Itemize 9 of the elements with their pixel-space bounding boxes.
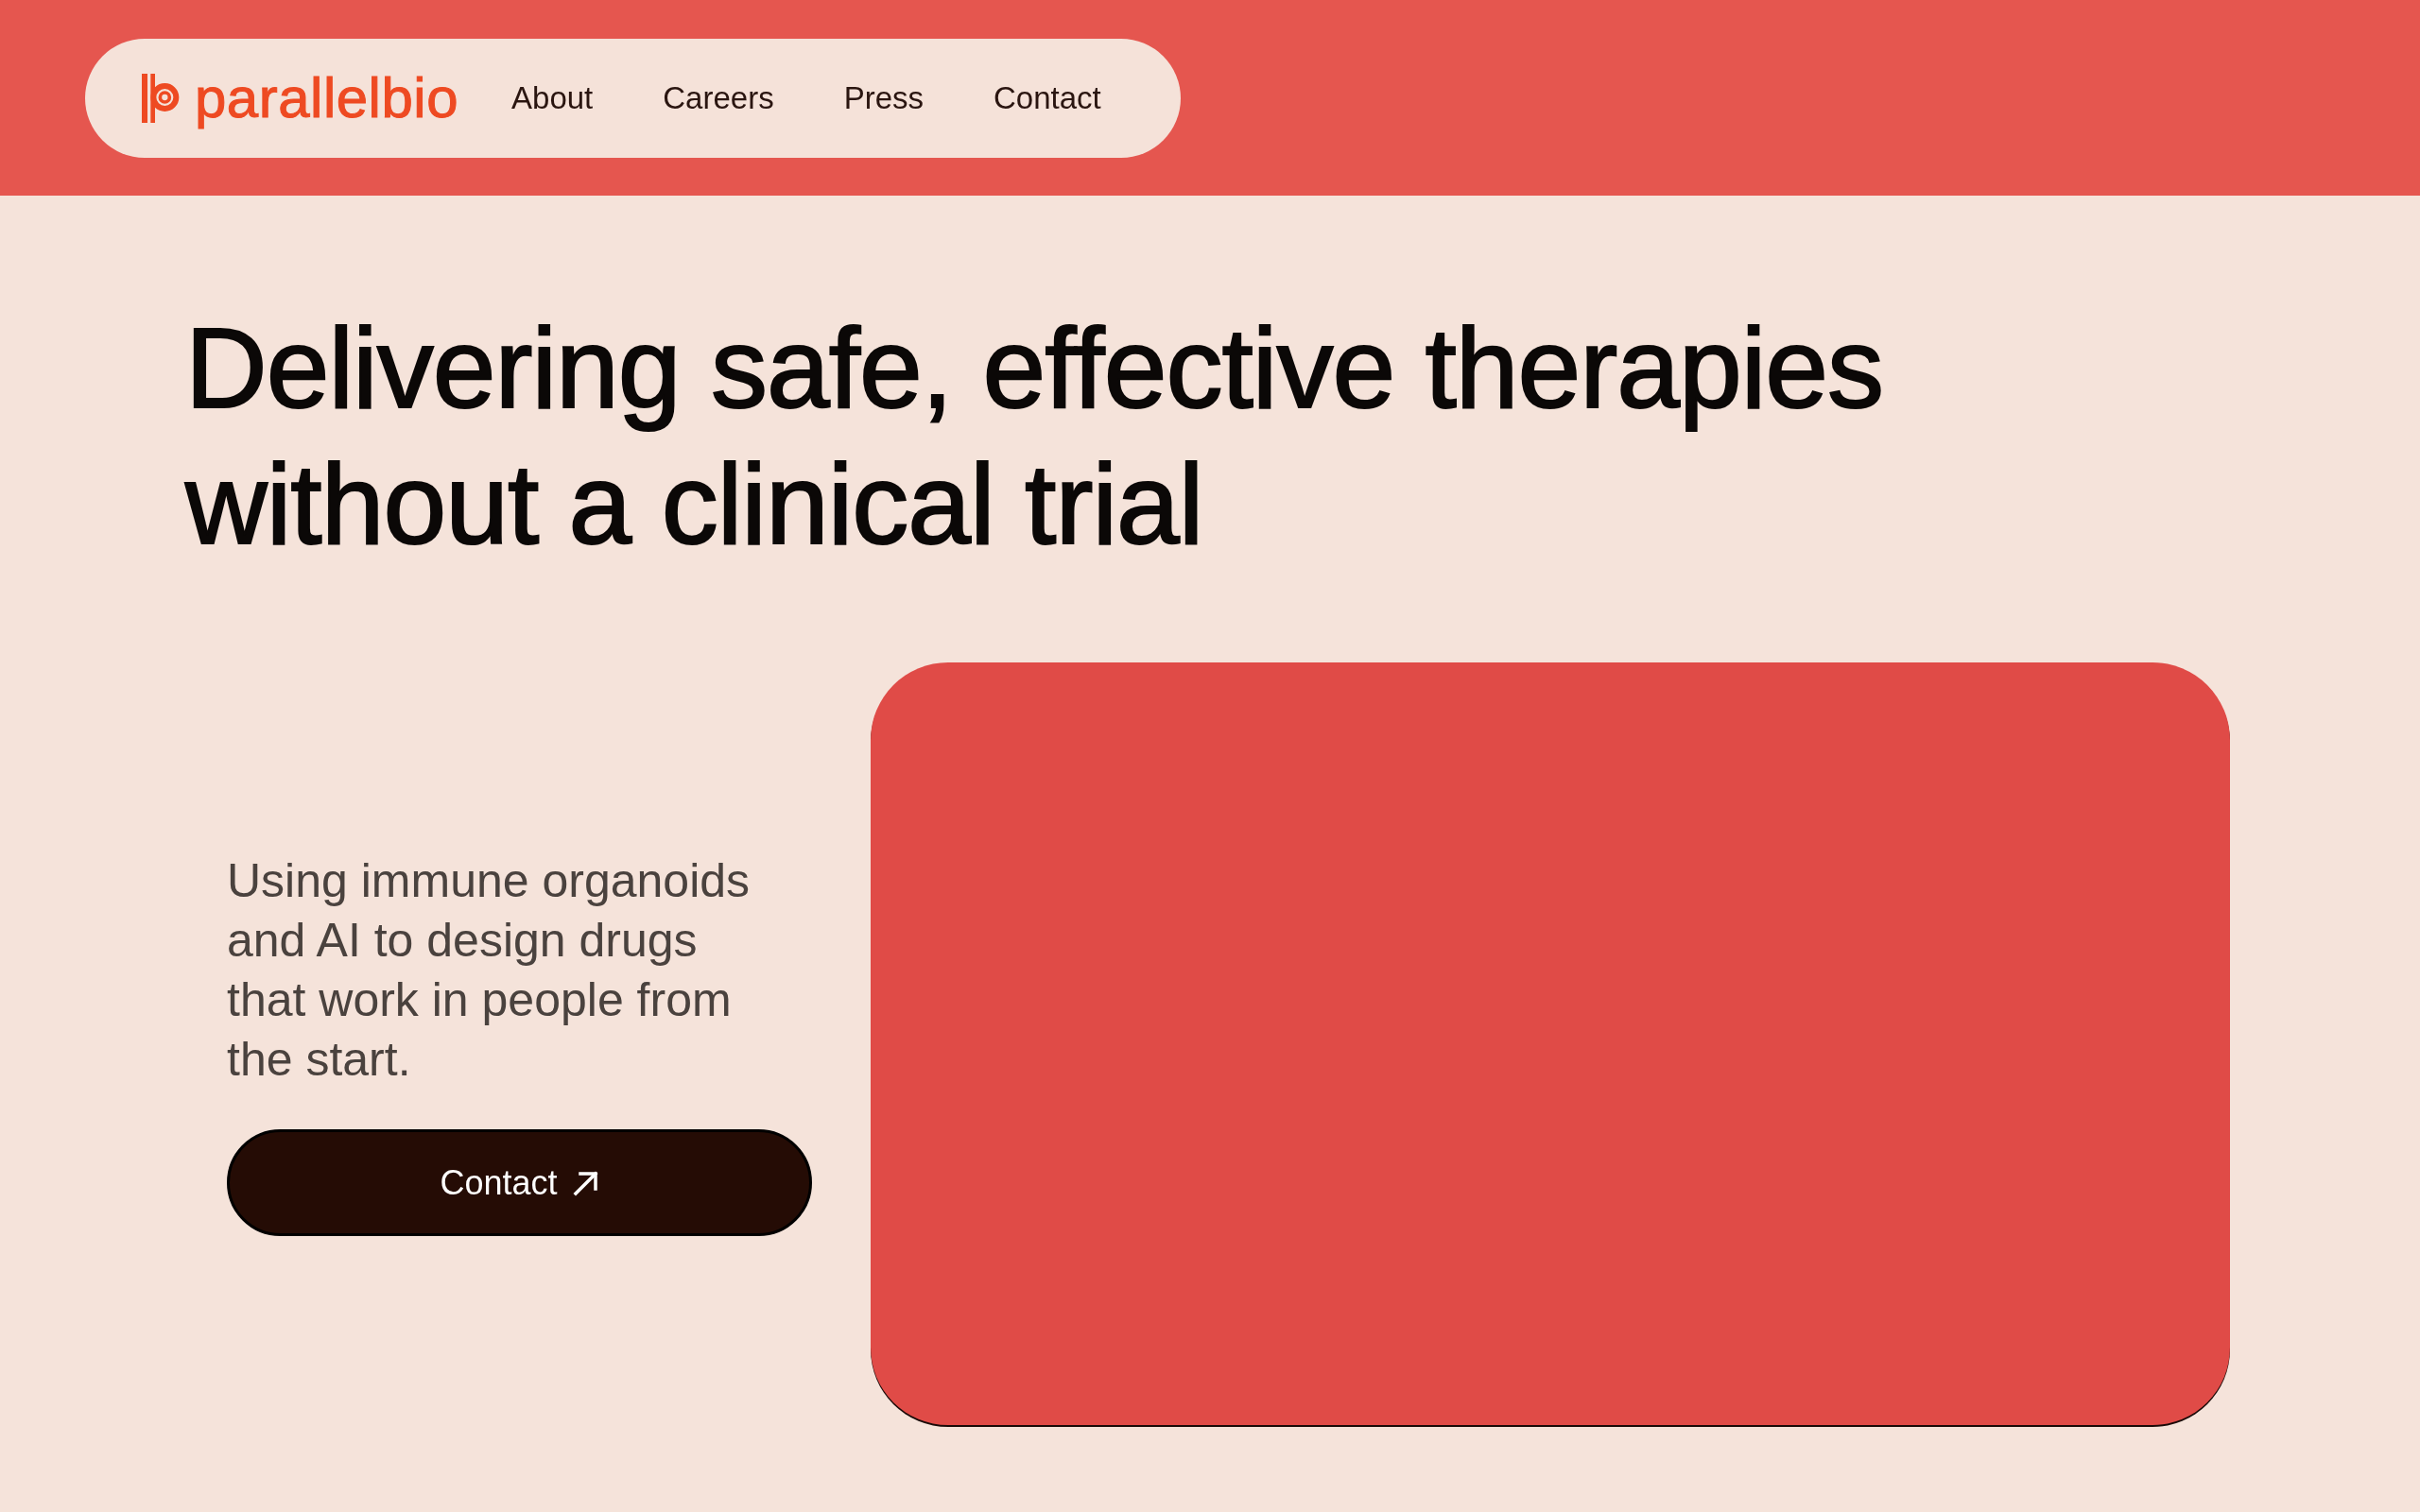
arrow-up-right-icon — [572, 1169, 599, 1196]
hero-subtitle: Using immune organoids and AI to design drugs that work in people from the start. — [227, 853, 752, 1088]
hero-heading: Delivering safe, effective therapies without a clinical trial — [185, 303, 1885, 569]
nav-link[interactable]: About — [511, 79, 594, 117]
contact-button[interactable]: Contact — [227, 1129, 812, 1236]
nav-link[interactable]: Contact — [994, 79, 1101, 117]
logo-icon — [142, 74, 180, 123]
nav-link[interactable]: Press — [843, 79, 924, 117]
nav-link[interactable]: Careers — [663, 79, 774, 117]
